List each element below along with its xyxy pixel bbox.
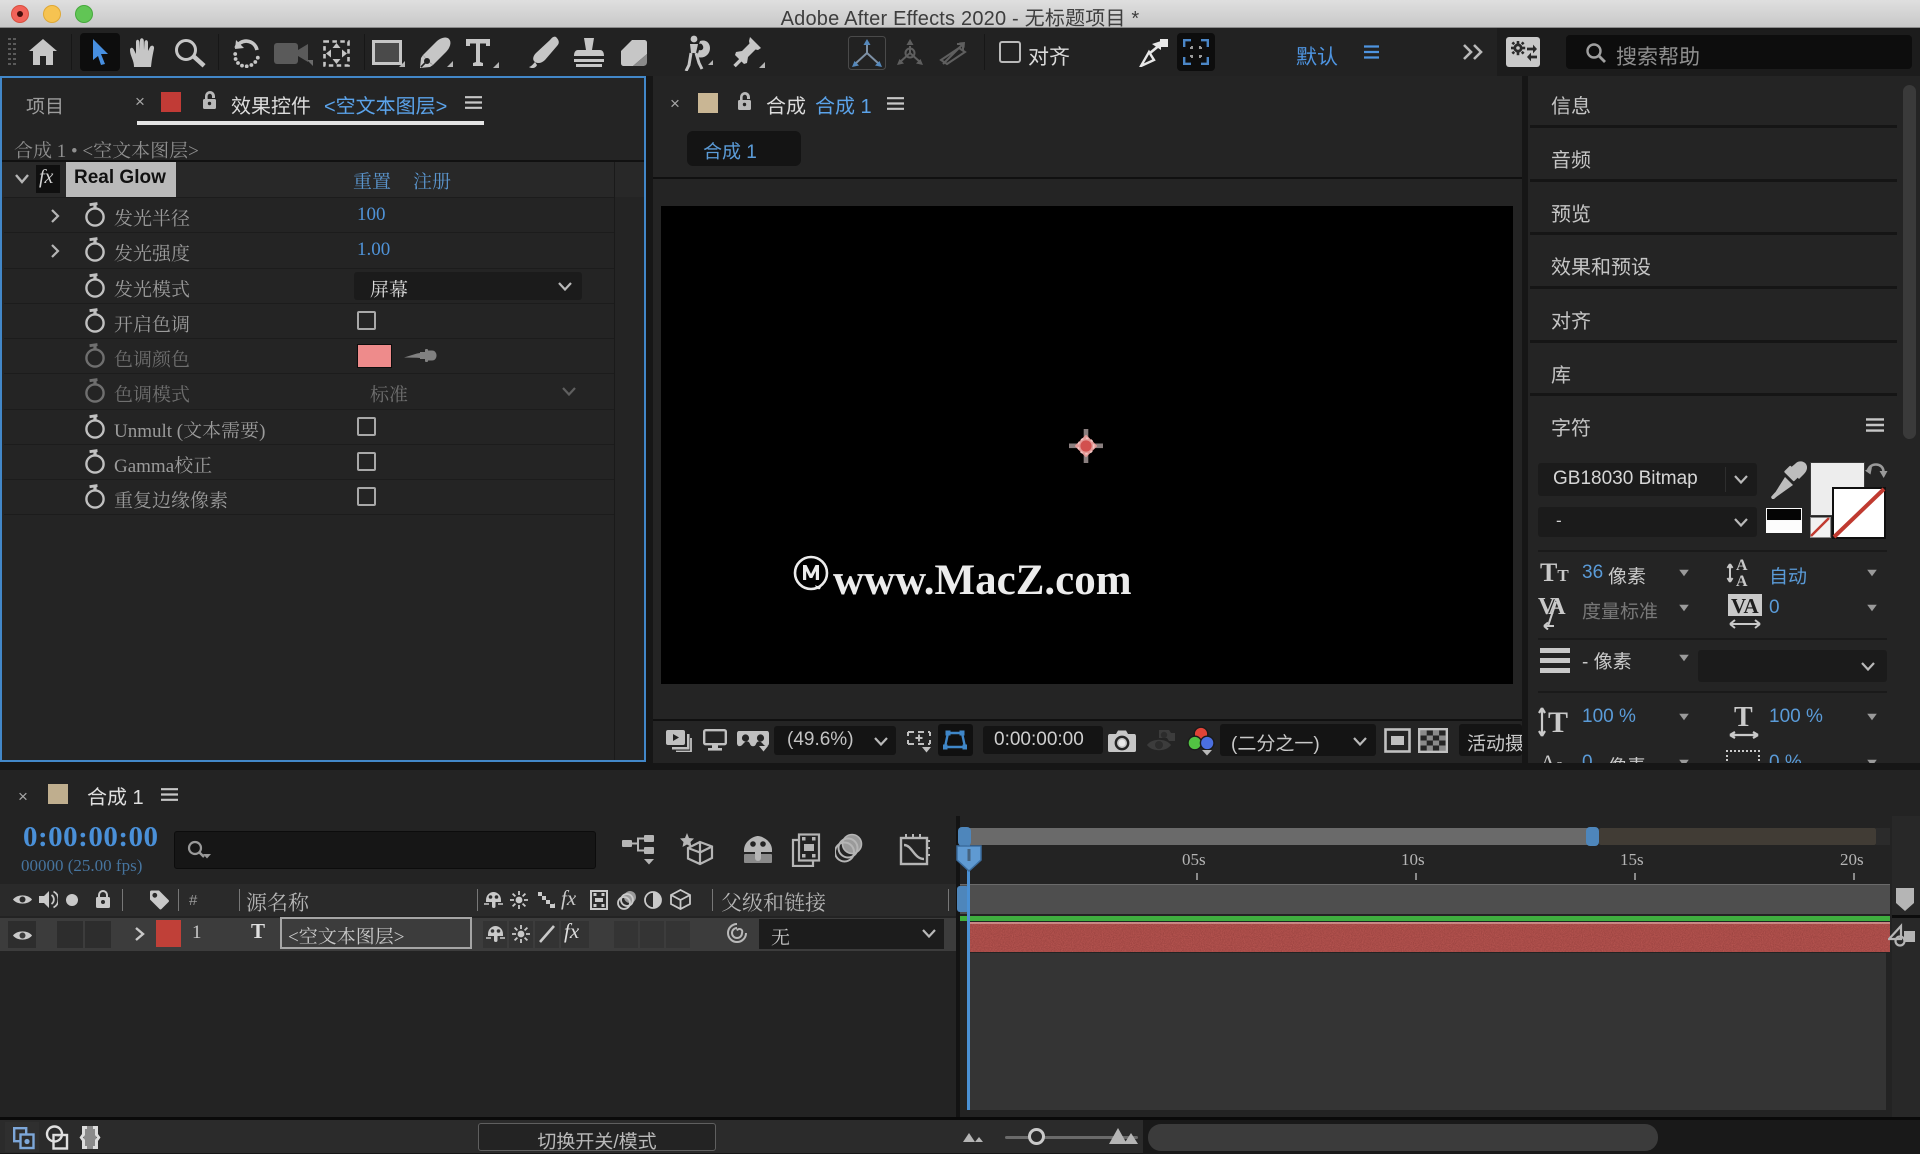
svg-text:A: A (1736, 573, 1748, 590)
svg-text:T: T (1548, 706, 1568, 739)
svg-text:T: T (1734, 702, 1753, 733)
svg-text:A: A (1736, 557, 1748, 574)
